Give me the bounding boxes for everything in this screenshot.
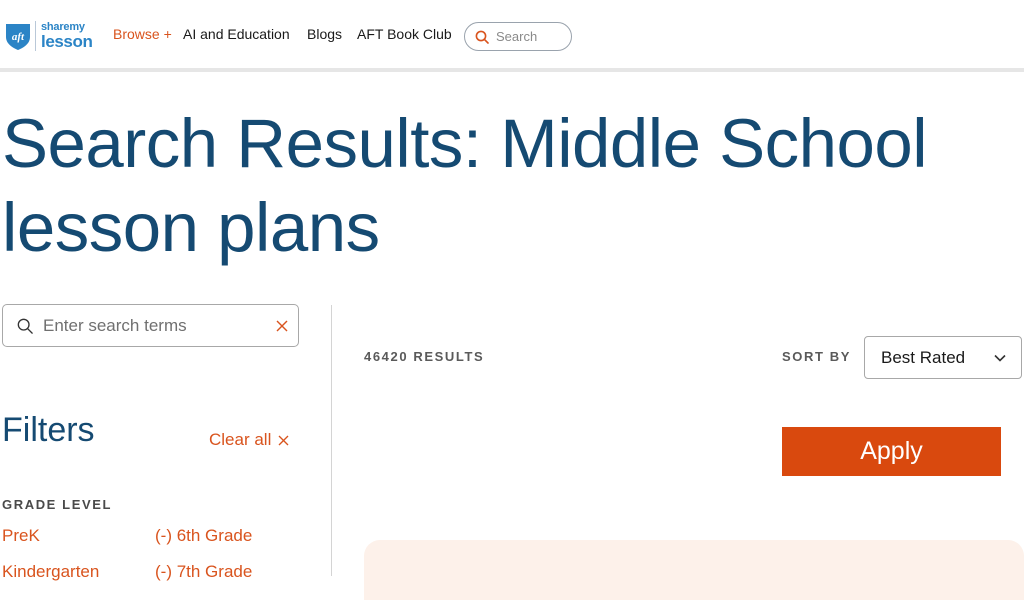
clear-all-filters-button[interactable]: Clear all: [209, 430, 289, 450]
search-terms-box[interactable]: [2, 304, 299, 347]
close-icon: [276, 320, 288, 331]
sharemylesson-logo[interactable]: aft sharemy lesson: [4, 18, 93, 54]
sort-select[interactable]: Best Rated: [864, 336, 1022, 379]
close-icon: [278, 435, 289, 445]
result-card[interactable]: [364, 540, 1024, 600]
header-search-input[interactable]: [494, 28, 568, 45]
filters-heading: Filters: [2, 411, 95, 449]
logo-wordmark: sharemy lesson: [41, 22, 93, 51]
grade-level-heading: GRADE LEVEL: [2, 497, 113, 512]
nav-blogs[interactable]: Blogs: [307, 26, 342, 42]
search-icon: [475, 30, 489, 44]
aft-shield-icon: aft: [6, 24, 30, 50]
sort-select-value: Best Rated: [881, 347, 966, 367]
grade-filter-6th[interactable]: (-) 6th Grade: [155, 526, 252, 546]
search-icon: [17, 318, 33, 334]
results-count: 46420 RESULTS: [364, 349, 485, 364]
nav-browse[interactable]: Browse +: [113, 26, 172, 42]
logo-divider: [35, 21, 36, 51]
site-header: aft sharemy lesson Browse + AI and Educa…: [0, 0, 1024, 72]
grade-filter-kindergarten[interactable]: Kindergarten: [2, 562, 99, 582]
svg-text:aft: aft: [12, 31, 25, 43]
apply-button[interactable]: Apply: [782, 427, 1001, 476]
logo-wordmark-bottom: lesson: [41, 32, 93, 51]
grade-filter-prek[interactable]: PreK: [2, 526, 40, 546]
grade-filter-7th[interactable]: (-) 7th Grade: [155, 562, 252, 582]
page-title: Search Results: Middle School lesson pla…: [2, 105, 928, 266]
chevron-down-icon: [994, 354, 1006, 362]
clear-search-button[interactable]: [266, 308, 298, 344]
header-search-box[interactable]: [464, 22, 572, 51]
search-terms-input[interactable]: [41, 314, 266, 337]
sidebar-divider: [331, 305, 332, 576]
nav-ai-and-education[interactable]: AI and Education: [183, 26, 290, 42]
clear-all-label: Clear all: [209, 430, 272, 449]
nav-aft-book-club[interactable]: AFT Book Club: [357, 26, 452, 42]
sort-by-label: SORT BY: [782, 349, 851, 364]
